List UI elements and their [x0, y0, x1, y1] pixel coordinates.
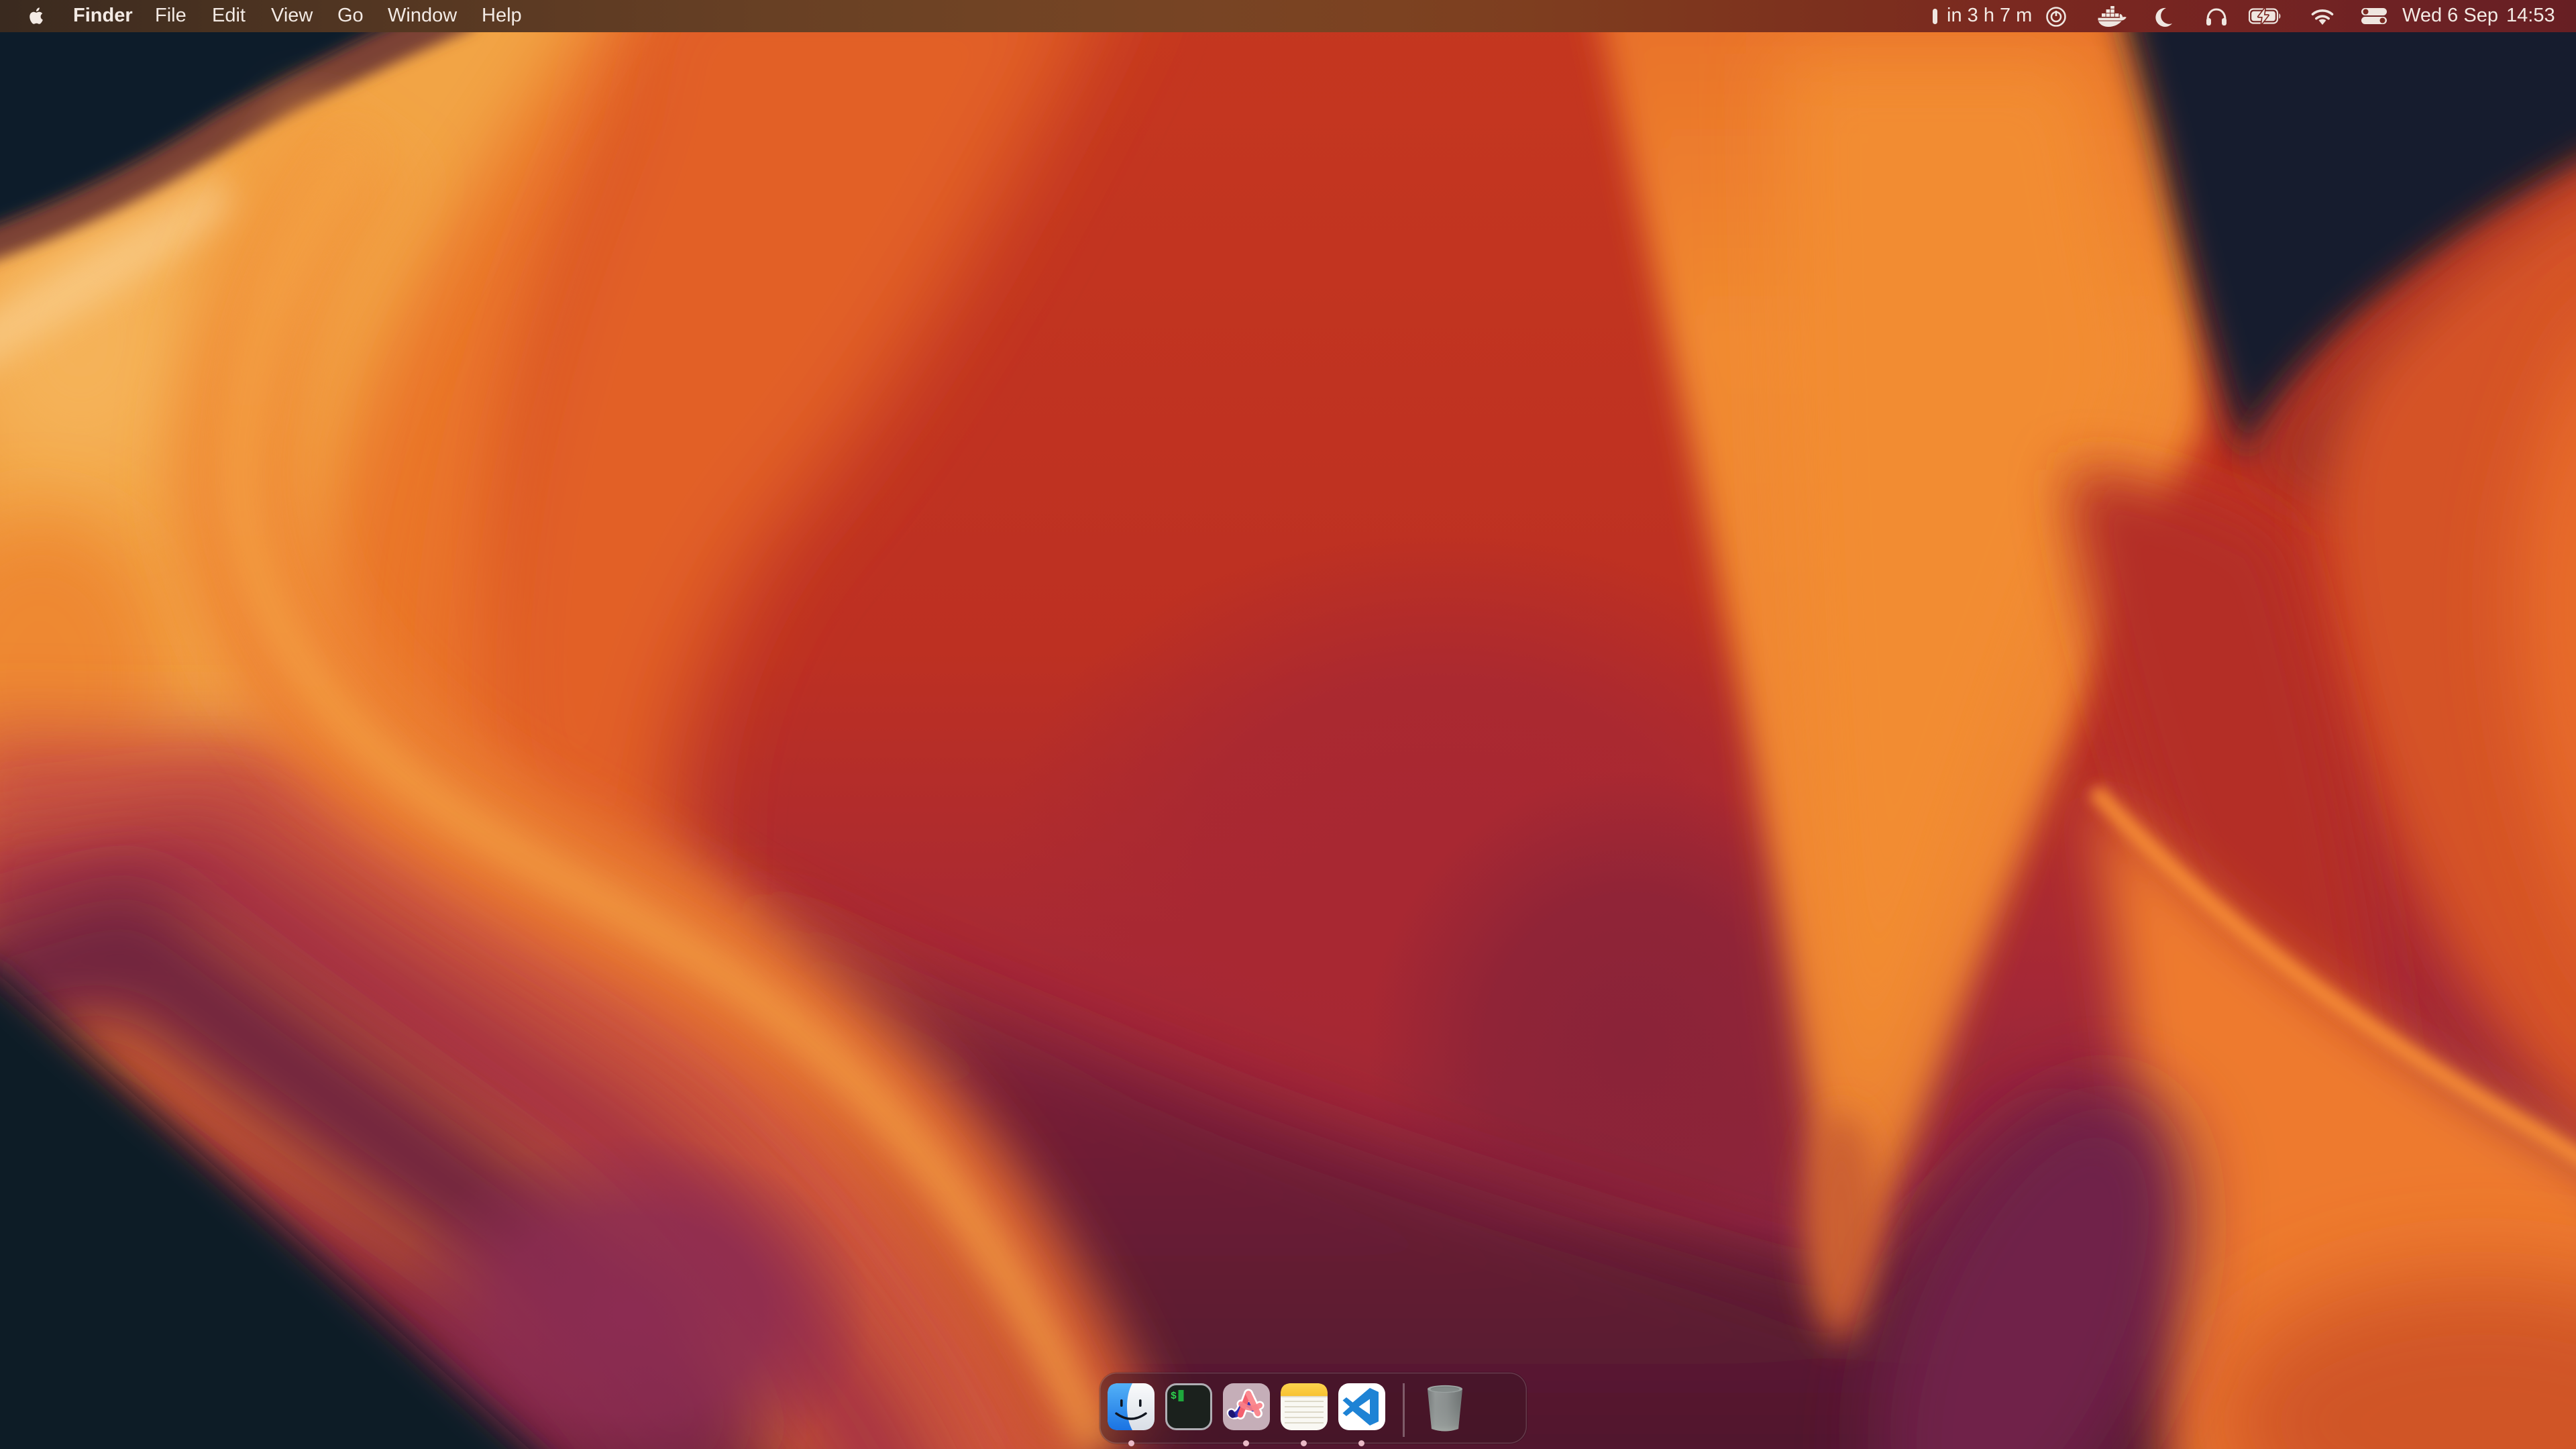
svg-text:$: $: [1171, 1391, 1177, 1402]
